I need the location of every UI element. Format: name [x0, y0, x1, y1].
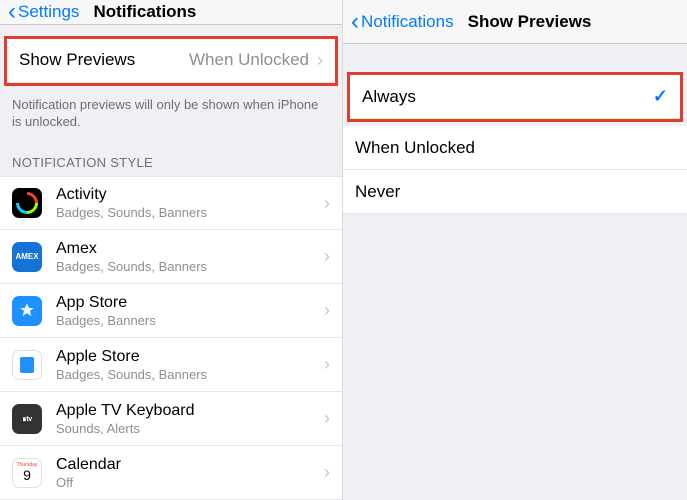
chevron-right-icon: › [324, 408, 330, 429]
option-when-unlocked[interactable]: When Unlocked [343, 126, 687, 170]
app-row-applestore[interactable]: Apple Store Badges, Sounds, Banners › [0, 338, 342, 392]
app-name: Amex [56, 240, 324, 258]
applestore-icon [12, 350, 42, 380]
option-label: Always [362, 87, 653, 107]
app-row-tvkeyboard[interactable]: ∎tv Apple TV Keyboard Sounds, Alerts › [0, 392, 342, 446]
option-label: Never [355, 182, 675, 202]
spacer [343, 44, 687, 72]
nav-bar-left: ‹ Settings Notifications [0, 0, 342, 25]
app-name: Apple Store [56, 348, 324, 366]
app-name: Apple TV Keyboard [56, 402, 324, 420]
app-sub: Sounds, Alerts [56, 421, 324, 436]
notifications-settings-panel: ‹ Settings Notifications Show Previews W… [0, 0, 343, 500]
chevron-right-icon: › [324, 462, 330, 483]
app-text: Amex Badges, Sounds, Banners [56, 240, 324, 274]
back-to-notifications-button[interactable]: ‹ Notifications [351, 10, 454, 34]
show-previews-footer: Notification previews will only be shown… [0, 90, 342, 141]
app-sub: Off [56, 475, 324, 490]
chevron-right-icon: › [324, 193, 330, 214]
calendar-icon: Thursday 9 [12, 458, 42, 488]
app-text: Activity Badges, Sounds, Banners [56, 186, 324, 220]
show-previews-panel: ‹ Notifications Show Previews Always ✓ W… [343, 0, 687, 500]
chevron-right-icon: › [317, 50, 323, 71]
app-text: Apple TV Keyboard Sounds, Alerts [56, 402, 324, 436]
notification-style-header: NOTIFICATION STYLE [0, 141, 342, 176]
checkmark-icon: ✓ [653, 86, 668, 107]
app-row-amex[interactable]: AMEX Amex Badges, Sounds, Banners › [0, 230, 342, 284]
nav-bar-right: ‹ Notifications Show Previews [343, 0, 687, 44]
show-previews-row[interactable]: Show Previews When Unlocked › [7, 39, 335, 83]
app-row-activity[interactable]: Activity Badges, Sounds, Banners › [0, 176, 342, 230]
highlight-always-option: Always ✓ [347, 72, 683, 122]
chevron-right-icon: › [324, 246, 330, 267]
app-row-appstore[interactable]: App Store Badges, Banners › [0, 284, 342, 338]
app-name: Calendar [56, 456, 324, 474]
chevron-left-icon: ‹ [8, 0, 16, 24]
show-previews-label: Show Previews [19, 50, 189, 70]
option-always[interactable]: Always ✓ [350, 75, 680, 119]
activity-icon [12, 188, 42, 218]
spacer [0, 25, 342, 36]
back-label: Settings [18, 2, 79, 22]
amex-icon: AMEX [12, 242, 42, 272]
app-name: Activity [56, 186, 324, 204]
app-sub: Badges, Banners [56, 313, 324, 328]
app-name: App Store [56, 294, 324, 312]
option-never[interactable]: Never [343, 170, 687, 214]
page-title-left: Notifications [93, 2, 196, 22]
app-sub: Badges, Sounds, Banners [56, 259, 324, 274]
show-previews-value: When Unlocked [189, 50, 309, 70]
chevron-left-icon: ‹ [351, 10, 359, 34]
app-sub: Badges, Sounds, Banners [56, 205, 324, 220]
app-text: Apple Store Badges, Sounds, Banners [56, 348, 324, 382]
app-text: App Store Badges, Banners [56, 294, 324, 328]
back-label: Notifications [361, 12, 454, 32]
highlight-show-previews: Show Previews When Unlocked › [4, 36, 338, 86]
back-to-settings-button[interactable]: ‹ Settings [8, 0, 79, 24]
chevron-right-icon: › [324, 354, 330, 375]
app-text: Calendar Off [56, 456, 324, 490]
chevron-right-icon: › [324, 300, 330, 321]
app-row-calendar[interactable]: Thursday 9 Calendar Off › [0, 446, 342, 500]
app-sub: Badges, Sounds, Banners [56, 367, 324, 382]
appletv-keyboard-icon: ∎tv [12, 404, 42, 434]
option-label: When Unlocked [355, 138, 675, 158]
page-title-right: Show Previews [468, 12, 592, 32]
appstore-icon [12, 296, 42, 326]
